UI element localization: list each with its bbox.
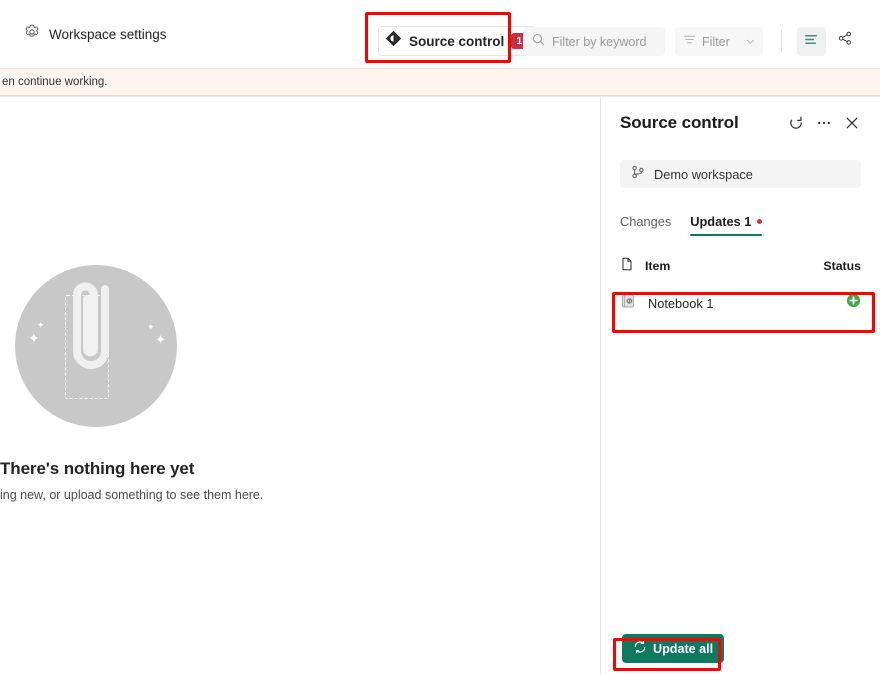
branch-icon: [631, 165, 645, 184]
column-item-label: Item: [645, 259, 671, 273]
search-input[interactable]: Filter by keyword: [523, 27, 665, 56]
sparkle-icon: ✦: [155, 332, 166, 347]
top-toolbar: Workspace settings Source control 1 Filt…: [0, 0, 880, 68]
source-control-button[interactable]: Source control 1: [378, 26, 537, 56]
paperclip-attachment-icon: ✦ ✦ ✦ ✦: [15, 265, 177, 427]
list-view-icon: [804, 32, 819, 52]
empty-state: ✦ ✦ ✦ ✦ There's nothing here yet ing new…: [0, 97, 505, 502]
notification-banner: en continue working.: [0, 68, 880, 96]
sync-icon: [633, 640, 647, 657]
sparkle-icon: ✦: [28, 330, 40, 346]
added-green-plus-icon: [846, 293, 861, 313]
panel-tabs: Changes Updates 1: [620, 206, 880, 236]
workspace-settings-button[interactable]: Workspace settings: [18, 18, 173, 50]
panel-title: Source control: [620, 113, 739, 132]
filter-dropdown[interactable]: Filter: [675, 27, 763, 56]
empty-state-title: There's nothing here yet: [0, 459, 195, 478]
table-column-header: Item Status: [620, 255, 861, 277]
notebook-code-icon: [620, 293, 636, 314]
main-content-area: ✦ ✦ ✦ ✦ There's nothing here yet ing new…: [0, 96, 601, 675]
toolbar-divider: [781, 30, 782, 52]
table-row[interactable]: Notebook 1: [620, 287, 861, 319]
close-icon[interactable]: [840, 111, 864, 135]
search-icon: [532, 33, 545, 51]
app-window: Workspace settings Source control 1 Filt…: [0, 0, 880, 675]
filter-lines-icon: [683, 33, 696, 51]
more-options-icon[interactable]: [812, 111, 836, 135]
file-icon: [620, 257, 634, 276]
share-button[interactable]: [831, 27, 859, 55]
paperclip-glyph: [73, 282, 109, 369]
filter-label: Filter: [702, 34, 730, 49]
panel-header: Source control: [601, 97, 880, 149]
source-control-diamond-icon: [385, 30, 402, 52]
empty-state-subtitle: ing new, or upload something to see them…: [0, 488, 264, 502]
tab-changes-label: Changes: [620, 214, 672, 229]
unread-dot-icon: [757, 219, 763, 224]
row-item-name: Notebook 1: [648, 295, 714, 311]
workspace-selector[interactable]: Demo workspace: [620, 160, 861, 188]
column-status-label: Status: [823, 259, 861, 273]
sparkle-icon: ✦: [37, 320, 45, 330]
update-all-button[interactable]: Update all: [622, 634, 725, 663]
gear-icon: [24, 24, 40, 45]
sparkle-icon: ✦: [147, 322, 155, 332]
workspace-settings-label: Workspace settings: [49, 26, 167, 42]
source-control-label: Source control: [409, 33, 505, 49]
banner-text: en continue working.: [2, 76, 108, 88]
list-view-button[interactable]: [797, 27, 826, 56]
search-placeholder: Filter by keyword: [552, 34, 647, 49]
source-control-panel: Source control Demo workspace Changes Up…: [601, 96, 880, 675]
refresh-icon[interactable]: [784, 111, 808, 135]
tab-updates[interactable]: Updates 1: [690, 214, 763, 236]
share-graph-icon: [838, 31, 853, 51]
chevron-down-icon: [746, 33, 755, 51]
workspace-label: Demo workspace: [654, 166, 753, 182]
tab-updates-label: Updates 1: [690, 214, 752, 229]
tab-changes[interactable]: Changes: [620, 214, 671, 236]
update-all-label: Update all: [653, 641, 714, 656]
